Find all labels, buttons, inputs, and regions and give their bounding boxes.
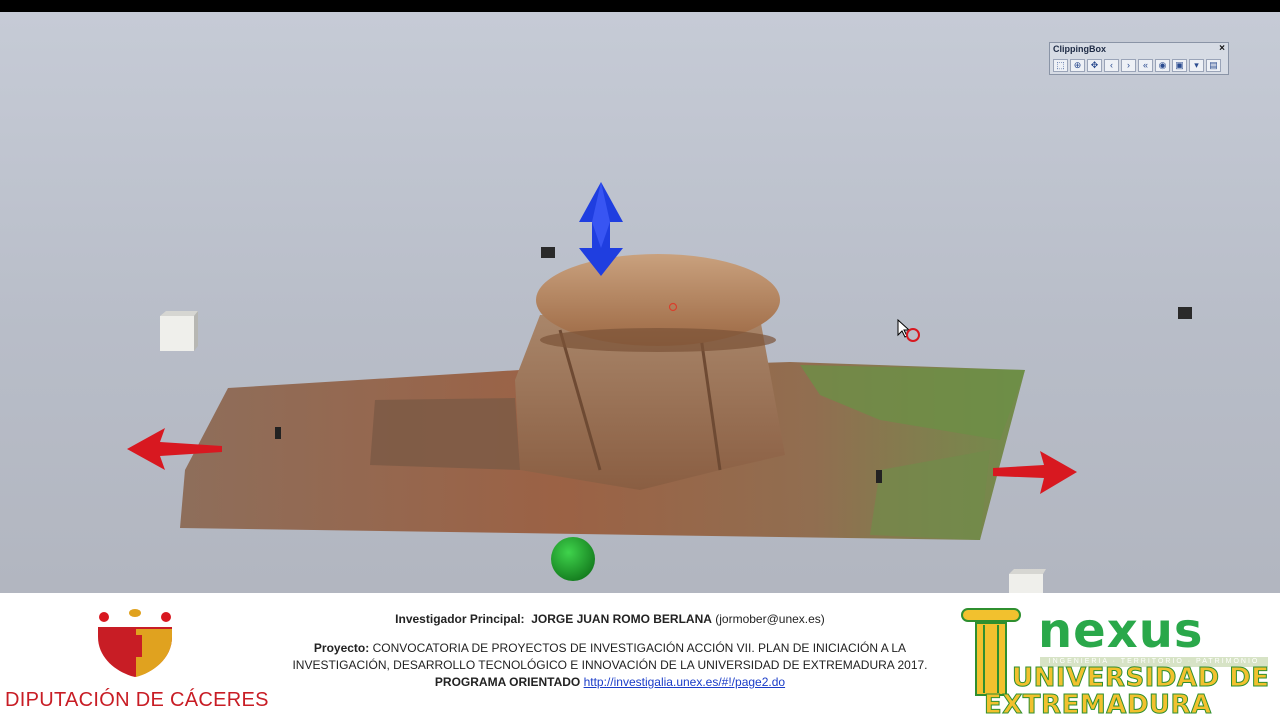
program-label: PROGRAMA ORIENTADO xyxy=(434,675,581,689)
principal-investigator-line: Investigador Principal: JORGE JUAN ROMO … xyxy=(280,611,940,628)
eye-icon[interactable]: ◉ xyxy=(1155,59,1170,72)
display-mode-icon[interactable]: ▣ xyxy=(1172,59,1187,72)
project-text: CONVOCATORIA DE PROYECTOS DE INVESTIGACI… xyxy=(292,641,928,672)
green-rotation-sphere[interactable] xyxy=(551,537,595,581)
double-chevron-left-icon[interactable]: « xyxy=(1138,59,1153,72)
investigator-label: Investigador Principal: xyxy=(395,612,525,626)
point-cloud-scene[interactable] xyxy=(0,12,1280,593)
window-top-bar xyxy=(0,0,1280,12)
nexus-wordmark: nexus xyxy=(1038,603,1204,659)
clipping-box-tools: ⬚ ⊕ ✥ ‹ › «◉ ▣ ▾ ▤ xyxy=(1050,57,1228,74)
globe-icon[interactable]: ⊕ xyxy=(1070,59,1085,72)
camera-marker xyxy=(1178,307,1192,319)
project-info: Investigador Principal: JORGE JUAN ROMO … xyxy=(280,611,940,691)
chevron-right-icon[interactable]: › xyxy=(1121,59,1136,72)
3d-viewport[interactable]: ClippingBox × ⬚ ⊕ ✥ ‹ › «◉ ▣ ▾ ▤ xyxy=(0,12,1280,593)
investigator-email: (jormober@unex.es) xyxy=(715,612,825,626)
clipping-box-title: ClippingBox × xyxy=(1050,43,1228,57)
white-cube-handle[interactable] xyxy=(160,311,198,351)
mouse-cursor-icon xyxy=(897,318,920,342)
export-icon[interactable]: ▤ xyxy=(1206,59,1221,72)
camera-marker xyxy=(541,247,555,258)
dropdown-icon[interactable]: ▾ xyxy=(1189,59,1204,72)
project-label: Proyecto: xyxy=(313,641,370,655)
close-icon[interactable]: × xyxy=(1219,43,1225,55)
program-line: PROGRAMA ORIENTADO http://investigalia.u… xyxy=(280,674,940,691)
project-description: Proyecto: CONVOCATORIA DE PROYECTOS DE I… xyxy=(280,640,940,674)
diputacion-logo-icon xyxy=(98,609,172,677)
uex-name-line1: UNIVERSIDAD DE xyxy=(1012,663,1270,694)
move-icon[interactable]: ✥ xyxy=(1087,59,1102,72)
uex-name-line2: EXTREMADURA xyxy=(984,690,1212,720)
capstone-edge xyxy=(540,328,776,352)
credits-footer: DIPUTACIÓN DE CÁCERES Investigador Princ… xyxy=(0,593,1280,720)
red-x-axis-arrow-right[interactable] xyxy=(993,451,1077,494)
white-cube-handle[interactable] xyxy=(1009,569,1046,593)
investigator-name: JORGE JUAN ROMO BERLANA xyxy=(531,612,712,626)
clipping-box-title-text: ClippingBox xyxy=(1053,44,1106,54)
program-link[interactable]: http://investigalia.unex.es/#!/page2.do xyxy=(584,675,785,689)
edit-box-icon[interactable]: ⬚ xyxy=(1053,59,1068,72)
diputacion-name: DIPUTACIÓN DE CÁCERES xyxy=(5,689,269,711)
chevron-left-icon[interactable]: ‹ xyxy=(1104,59,1119,72)
ground-marker xyxy=(275,427,281,439)
clipping-box-toolbar[interactable]: ClippingBox × ⬚ ⊕ ✥ ‹ › «◉ ▣ ▾ ▤ xyxy=(1049,42,1229,75)
ground-marker xyxy=(876,470,882,483)
dolmen-shadow-stone xyxy=(370,398,520,470)
